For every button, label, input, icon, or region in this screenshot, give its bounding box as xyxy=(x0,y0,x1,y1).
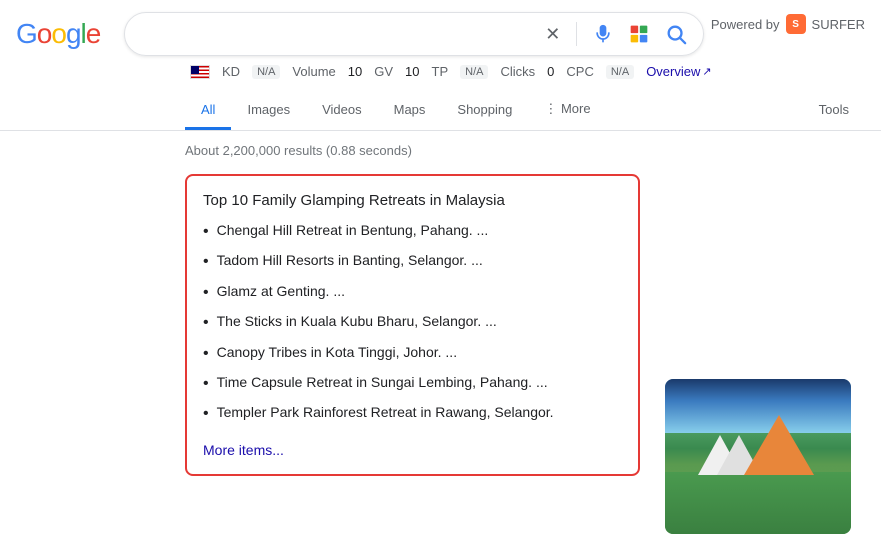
logo-letter-o2: o xyxy=(51,18,66,50)
search-submit-button[interactable] xyxy=(661,19,691,49)
logo-letter-g: G xyxy=(16,18,37,50)
overview-link[interactable]: Overview xyxy=(646,64,711,79)
tab-tools[interactable]: Tools xyxy=(803,92,865,130)
tp-value: N/A xyxy=(460,65,488,79)
logo-letter-e: e xyxy=(86,18,101,50)
clear-button[interactable]: ✕ xyxy=(541,20,564,49)
gv-value: 10 xyxy=(405,64,419,79)
logo-letter-o1: o xyxy=(37,18,52,50)
list-item: Templer Park Rainforest Retreat in Rawan… xyxy=(203,403,622,425)
cpc-label: CPC xyxy=(566,64,593,79)
results-area: About 2,200,000 results (0.88 seconds) T… xyxy=(0,131,881,476)
list-item: Glamz at Genting. ... xyxy=(203,282,622,304)
tab-videos[interactable]: Videos xyxy=(306,92,378,130)
lens-icon[interactable] xyxy=(625,20,653,48)
list-item: Tadom Hill Resorts in Banting, Selangor.… xyxy=(203,251,622,273)
gv-label: GV xyxy=(374,64,393,79)
volume-value: 10 xyxy=(348,64,362,79)
tab-maps[interactable]: Maps xyxy=(378,92,442,130)
logo-letter-g2: g xyxy=(66,18,81,50)
volume-label: Volume xyxy=(292,64,335,79)
list-item: Time Capsule Retreat in Sungai Lembing, … xyxy=(203,373,622,395)
list-item: Canopy Tribes in Kota Tinggi, Johor. ... xyxy=(203,343,622,365)
country-flag-icon xyxy=(190,65,210,79)
tab-images[interactable]: Images xyxy=(231,92,306,130)
tab-all[interactable]: All xyxy=(185,92,231,130)
tab-more[interactable]: ⋮ More xyxy=(528,91,606,130)
divider xyxy=(576,22,577,46)
clicks-label: Clicks xyxy=(500,64,535,79)
clicks-value: 0 xyxy=(547,64,554,79)
surfer-logo-icon: S xyxy=(786,14,806,34)
result-image xyxy=(665,379,851,534)
tp-label: TP xyxy=(432,64,449,79)
tabs-container: All Images Videos Maps Shopping ⋮ More T… xyxy=(0,83,881,131)
cpc-value: N/A xyxy=(606,65,634,79)
surfer-badge: Powered by S SURFER xyxy=(711,14,865,34)
list-item: The Sticks in Kuala Kubu Bharu, Selangor… xyxy=(203,312,622,334)
results-count: About 2,200,000 results (0.88 seconds) xyxy=(185,143,865,158)
voice-search-icon[interactable] xyxy=(589,20,617,48)
kd-label: KD xyxy=(222,64,240,79)
surfer-powered-label: Powered by xyxy=(711,17,780,32)
more-items-link[interactable]: More items... xyxy=(203,442,284,458)
glamping-thumbnail xyxy=(665,379,851,534)
tent-orange-icon xyxy=(744,415,814,475)
featured-snippet: Top 10 Family Glamping Retreats in Malay… xyxy=(185,174,640,476)
kd-value: N/A xyxy=(252,65,280,79)
search-input[interactable]: top 10 glamping malaysia xyxy=(137,25,533,43)
ground-layer xyxy=(665,472,851,534)
search-bar[interactable]: top 10 glamping malaysia ✕ xyxy=(124,12,704,56)
snippet-title: Top 10 Family Glamping Retreats in Malay… xyxy=(203,192,622,209)
google-logo: Google xyxy=(16,18,100,50)
surfer-name-label: SURFER xyxy=(812,17,865,32)
header: Google top 10 glamping malaysia ✕ xyxy=(0,0,881,56)
list-item: Chengal Hill Retreat in Bentung, Pahang.… xyxy=(203,221,622,243)
metrics-bar: KD N/A Volume 10 GV 10 TP N/A Clicks 0 C… xyxy=(0,56,881,79)
tab-shopping[interactable]: Shopping xyxy=(441,92,528,130)
snippet-list: Chengal Hill Retreat in Bentung, Pahang.… xyxy=(203,221,622,426)
